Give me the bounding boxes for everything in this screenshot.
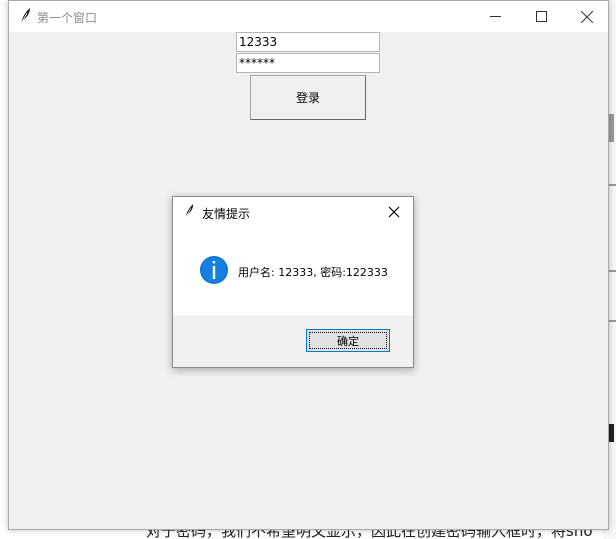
window-titlebar[interactable]: 第一个窗口 <box>9 1 608 32</box>
password-input[interactable]: ****** <box>236 53 380 73</box>
dialog-title: 友情提示 <box>202 207 251 221</box>
login-button[interactable]: 登录 <box>250 75 366 120</box>
maximize-icon <box>535 11 547 22</box>
feather-icon <box>185 204 194 219</box>
username-input[interactable]: 12333 <box>236 32 380 52</box>
close-button[interactable] <box>564 1 610 32</box>
message-dialog: 友情提示 用户名: 12333, 密码:122333 确定 <box>172 196 414 368</box>
close-icon <box>581 10 593 23</box>
minimize-icon <box>489 16 501 17</box>
feather-icon <box>20 8 30 25</box>
maximize-button[interactable] <box>518 1 564 32</box>
ok-button[interactable]: 确定 <box>306 329 390 352</box>
minimize-button[interactable] <box>472 1 518 32</box>
close-icon[interactable] <box>385 203 403 221</box>
dialog-message: 用户名: 12333, 密码:122333 <box>238 266 388 279</box>
dialog-button-bar: 确定 <box>173 315 413 367</box>
window-title: 第一个窗口 <box>37 11 98 25</box>
dialog-titlebar[interactable]: 友情提示 <box>173 197 413 227</box>
info-icon <box>200 256 228 284</box>
